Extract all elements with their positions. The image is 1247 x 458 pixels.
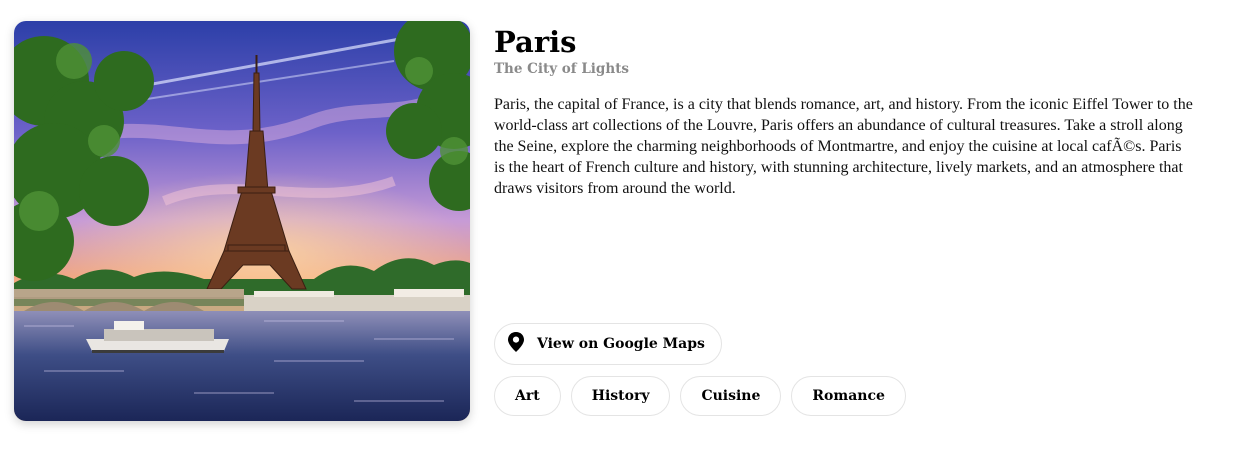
maps-button-label: View on Google Maps <box>537 336 705 352</box>
destination-card: Paris The City of Lights Paris, the capi… <box>0 0 1247 458</box>
city-title: Paris <box>494 25 577 59</box>
city-tagline: The City of Lights <box>494 61 630 77</box>
city-photo <box>14 21 470 421</box>
tag-list: Art History Cuisine Romance <box>494 376 906 416</box>
tag-history[interactable]: History <box>570 376 671 416</box>
tag-art[interactable]: Art <box>494 376 561 416</box>
tag-romance[interactable]: Romance <box>791 376 906 416</box>
city-info: Paris The City of Lights Paris, the capi… <box>494 24 1214 199</box>
map-pin-icon <box>507 331 525 357</box>
view-on-google-maps-button[interactable]: View on Google Maps <box>494 323 722 365</box>
tag-cuisine[interactable]: Cuisine <box>680 376 782 416</box>
city-description: Paris, the capital of France, is a city … <box>494 96 1193 197</box>
